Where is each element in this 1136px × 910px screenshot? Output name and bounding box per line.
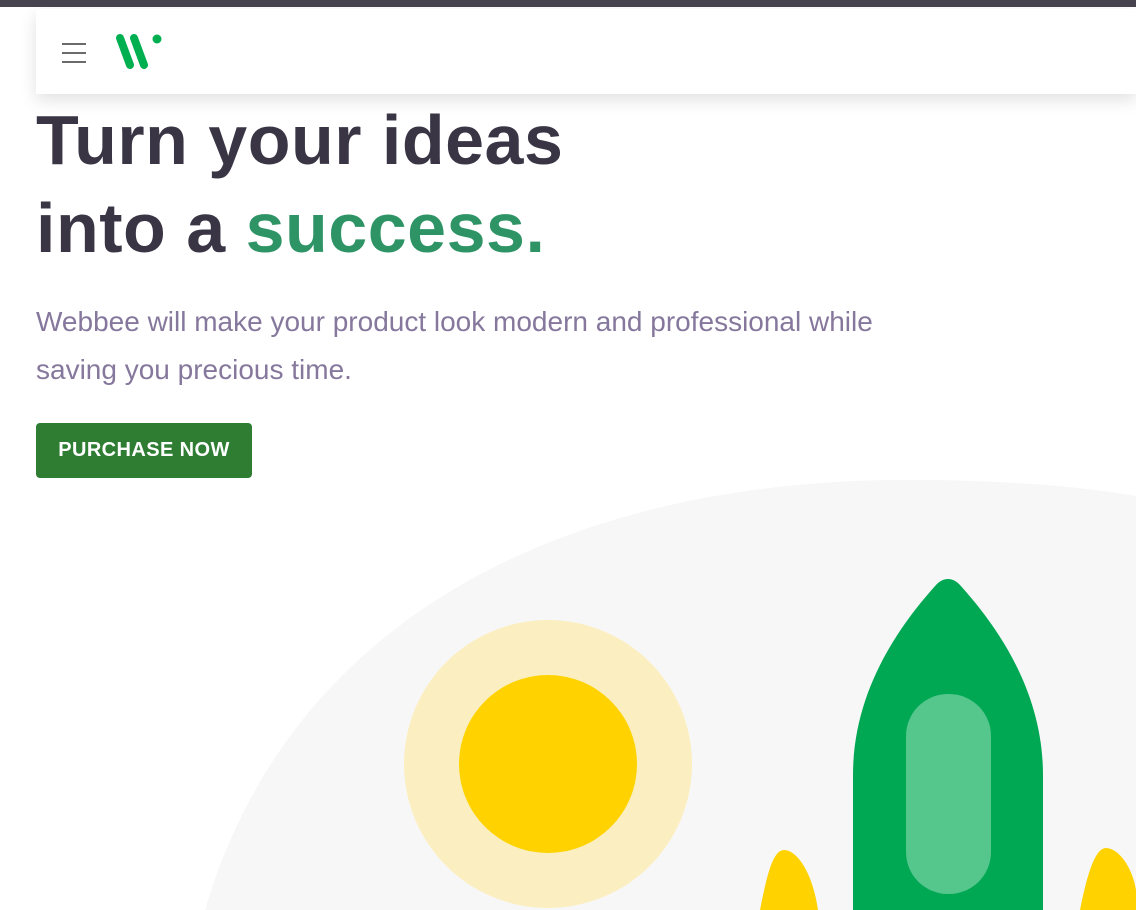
hamburger-menu-icon[interactable]: [62, 42, 86, 64]
page: Turn your ideas into a success. Webbee w…: [0, 0, 1136, 910]
hero-title-line1: Turn your ideas: [36, 101, 564, 179]
webbee-logo-icon[interactable]: [114, 33, 164, 71]
sun-icon: [404, 620, 692, 908]
rocket-window: [906, 694, 991, 894]
navbar: [36, 9, 1136, 94]
hero-subtitle: Webbee will make your product look moder…: [36, 306, 873, 385]
sun-core: [459, 675, 637, 853]
hero-title: Turn your ideas into a success.: [36, 96, 563, 272]
hero-title-accent: success.: [245, 189, 546, 267]
hero-title-line2-prefix: into a: [36, 189, 246, 267]
purchase-now-button[interactable]: PURCHASE NOW: [36, 423, 252, 478]
